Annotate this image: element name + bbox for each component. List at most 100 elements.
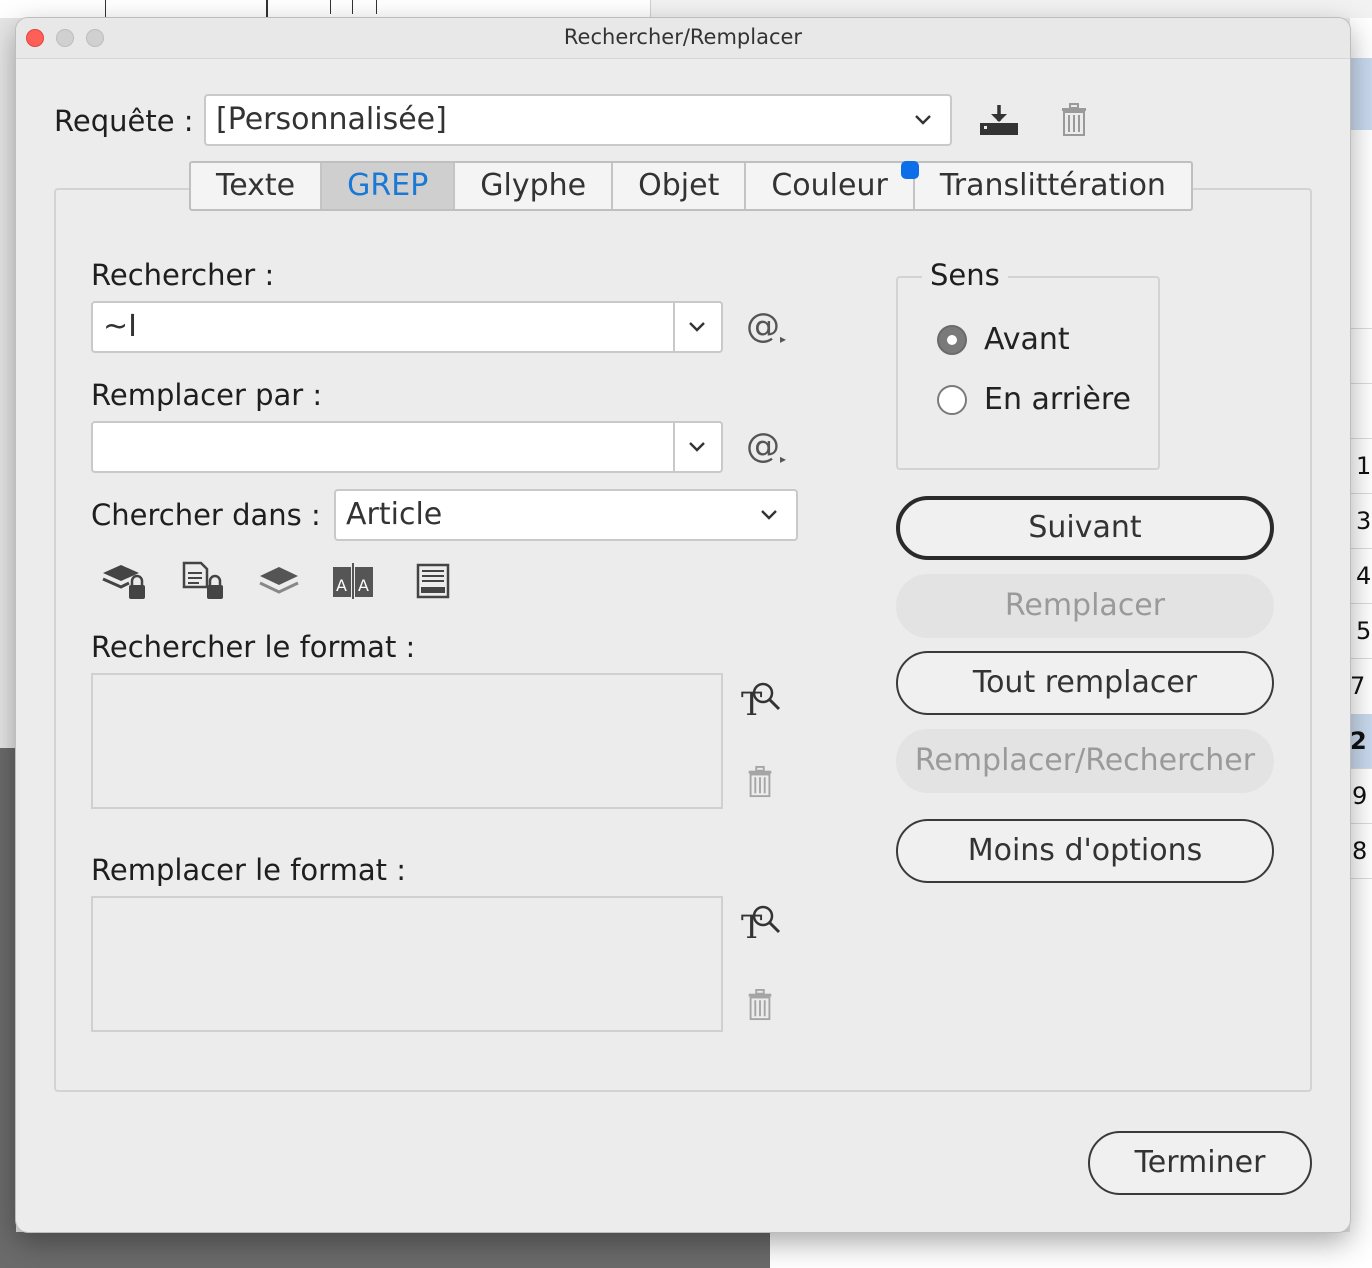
chevron-down-icon: [689, 322, 705, 332]
direction-group: [896, 276, 1160, 470]
background-rule: [330, 0, 331, 14]
find-format-box[interactable]: [91, 673, 723, 809]
background-row-number[interactable]: 3: [1356, 507, 1371, 535]
scope-value: Article: [346, 497, 443, 532]
master-pages-icon: A A: [333, 563, 373, 599]
special-characters-search-icon[interactable]: @▸: [746, 306, 786, 346]
tab-bar: Texte GREP Glyphe Objet Couleur Translit…: [189, 161, 1193, 211]
chevron-down-icon: [761, 510, 777, 520]
background-selection: [1350, 58, 1372, 130]
format-search-icon: T: [741, 905, 781, 942]
include-locked-layers-toggle[interactable]: [100, 560, 148, 602]
tab-grep[interactable]: GREP: [322, 163, 456, 209]
replace-find-button[interactable]: Remplacer/Rechercher: [896, 729, 1274, 793]
background-pasteboard: [0, 748, 16, 1268]
direction-backward-label[interactable]: En arrière: [984, 382, 1131, 417]
background-page: [770, 1232, 1372, 1268]
background-row-number[interactable]: 2: [1350, 727, 1367, 755]
specify-find-format-button[interactable]: T: [738, 678, 784, 720]
find-replace-dialog: Rechercher/Remplacer Requête : [Personna…: [16, 18, 1350, 1232]
replace-history-dropdown[interactable]: [673, 423, 721, 471]
query-select[interactable]: [Personnalisée]: [204, 94, 952, 146]
tab-label: GREP: [347, 168, 429, 203]
replace-button[interactable]: Remplacer: [896, 574, 1274, 638]
background-list-panel: 1 3 4 5 7 2 9 8: [1350, 18, 1372, 1268]
tab-glyphe[interactable]: Glyphe: [455, 163, 614, 209]
change-format-label: Remplacer le format :: [91, 853, 406, 887]
search-history-dropdown[interactable]: [673, 303, 721, 351]
background-row-number[interactable]: 9: [1352, 782, 1367, 810]
background-rule: [376, 0, 377, 14]
direction-backward-radio[interactable]: [937, 385, 967, 415]
done-button[interactable]: Terminer: [1088, 1131, 1312, 1195]
special-characters-replace-icon[interactable]: @▸: [746, 426, 786, 466]
direction-forward-label[interactable]: Avant: [984, 322, 1070, 357]
background-row-line: [1350, 658, 1372, 659]
clear-change-format-button[interactable]: [744, 987, 776, 1023]
background-row-number[interactable]: 5: [1356, 617, 1371, 645]
query-label: Requête :: [54, 104, 194, 138]
background-pasteboard: [16, 1232, 770, 1268]
fewer-options-button[interactable]: Moins d'options: [896, 819, 1274, 883]
background-row-line: [1350, 878, 1372, 879]
locked-layers-icon: [102, 565, 145, 599]
tab-objet[interactable]: Objet: [613, 163, 747, 209]
background-row-number[interactable]: 1: [1356, 452, 1371, 480]
background-row-line: [1350, 768, 1372, 769]
include-hidden-layers-toggle[interactable]: [256, 560, 302, 602]
notification-badge: [900, 161, 919, 179]
background-row-number[interactable]: 4: [1356, 562, 1371, 590]
specify-change-format-button[interactable]: T: [738, 901, 784, 943]
footnotes-icon: [416, 563, 450, 599]
svg-text:A: A: [358, 576, 369, 595]
find-format-label: Rechercher le format :: [91, 630, 416, 664]
search-input[interactable]: ~I: [91, 301, 723, 353]
replace-input[interactable]: [91, 421, 723, 473]
background-row-number[interactable]: 8: [1352, 837, 1367, 865]
clear-find-format-button[interactable]: [744, 764, 776, 800]
chevron-down-icon: [689, 442, 705, 452]
background-row-line: [1350, 823, 1372, 824]
chevron-down-icon: [915, 115, 931, 125]
background-row-number[interactable]: 7: [1350, 672, 1365, 700]
background-row-line: [1350, 603, 1372, 604]
direction-title: Sens: [922, 258, 1008, 292]
title-bar[interactable]: Rechercher/Remplacer: [16, 18, 1350, 59]
save-query-button[interactable]: [976, 100, 1022, 140]
tab-label: Objet: [638, 168, 720, 203]
query-value: [Personnalisée]: [216, 102, 447, 137]
background-rule: [352, 0, 353, 14]
include-locked-stories-toggle[interactable]: [180, 560, 226, 602]
tab-label: Couleur: [771, 168, 888, 203]
search-label: Rechercher :: [91, 258, 275, 292]
format-search-icon: T: [741, 682, 781, 719]
include-master-pages-toggle[interactable]: A A: [330, 560, 376, 602]
tab-texte[interactable]: Texte: [191, 163, 323, 209]
trash-icon: [748, 989, 772, 1021]
trash-icon: [1062, 103, 1086, 136]
tab-couleur[interactable]: Couleur: [746, 161, 919, 209]
background-row-line: [1350, 438, 1372, 439]
replace-label: Remplacer par :: [91, 378, 323, 412]
direction-forward-radio[interactable]: [937, 325, 967, 355]
save-query-icon: [980, 105, 1018, 135]
background-panel: [650, 0, 1372, 18]
svg-text:A: A: [336, 576, 347, 595]
include-footnotes-toggle[interactable]: [412, 560, 454, 602]
change-format-box[interactable]: [91, 896, 723, 1032]
background-rule: [266, 0, 268, 18]
background-rule: [105, 0, 106, 18]
tab-label: Texte: [216, 168, 296, 203]
scope-select[interactable]: Article: [334, 489, 798, 541]
background-row-line: [1350, 328, 1372, 329]
replace-all-button[interactable]: Tout remplacer: [896, 651, 1274, 715]
tab-translitteration[interactable]: Translittération: [915, 163, 1191, 209]
trash-icon: [748, 766, 772, 798]
delete-query-button[interactable]: [1056, 100, 1092, 140]
search-value: ~I: [103, 309, 137, 344]
tab-label: Translittération: [939, 168, 1166, 203]
background-document: [0, 0, 650, 18]
background-row-line: [1350, 548, 1372, 549]
next-button[interactable]: Suivant: [896, 496, 1274, 560]
window-title: Rechercher/Remplacer: [563, 25, 803, 49]
